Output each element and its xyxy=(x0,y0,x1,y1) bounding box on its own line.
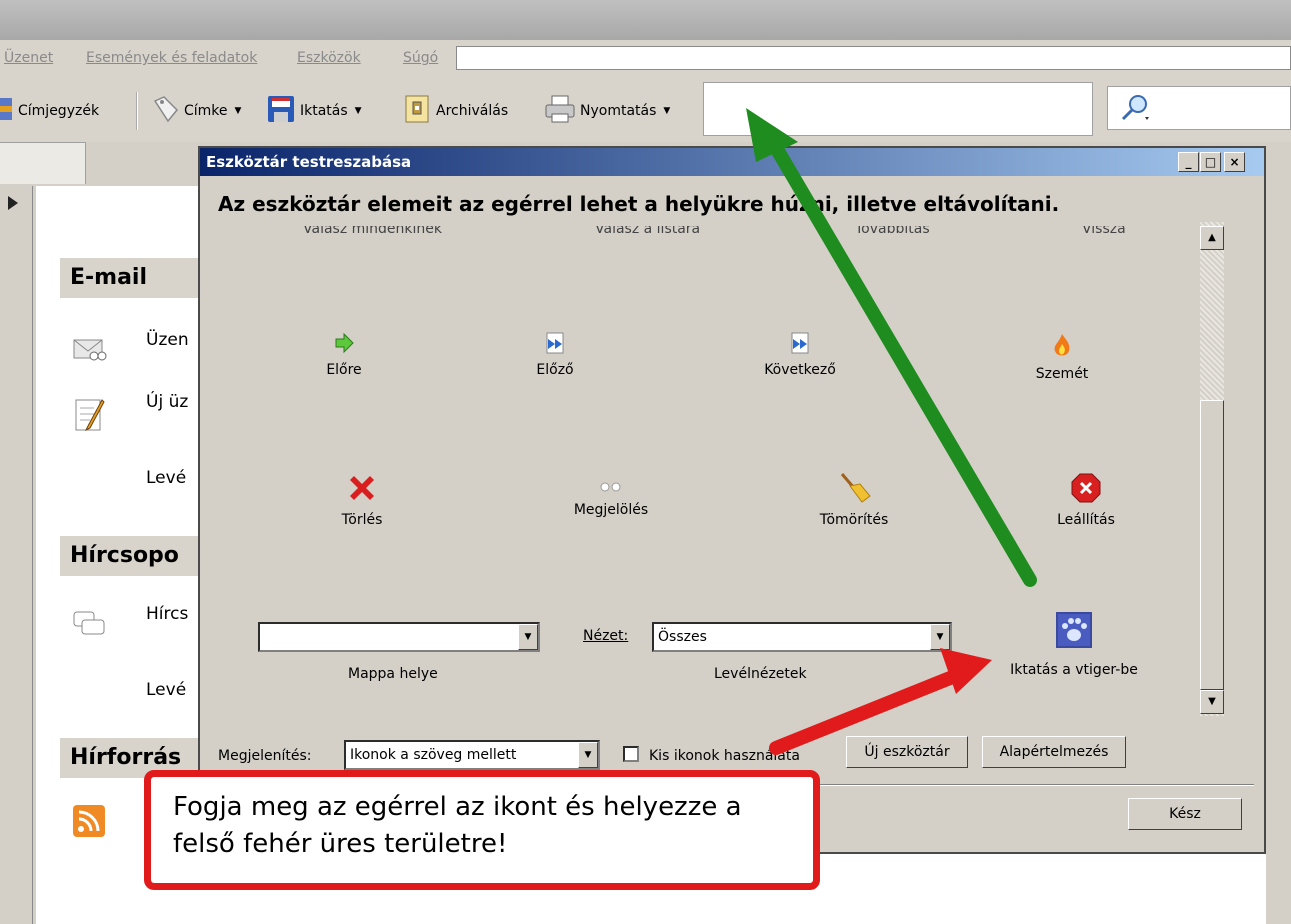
red-arrow xyxy=(769,648,992,755)
callout-line-1: Fogja meg az egérrel az ikont és helyezz… xyxy=(173,792,742,822)
callout-line-2: felső fehér üres területre! xyxy=(173,829,508,859)
green-arrow xyxy=(746,108,1037,587)
instruction-callout: Fogja meg az egérrel az ikont és helyezz… xyxy=(144,770,820,890)
